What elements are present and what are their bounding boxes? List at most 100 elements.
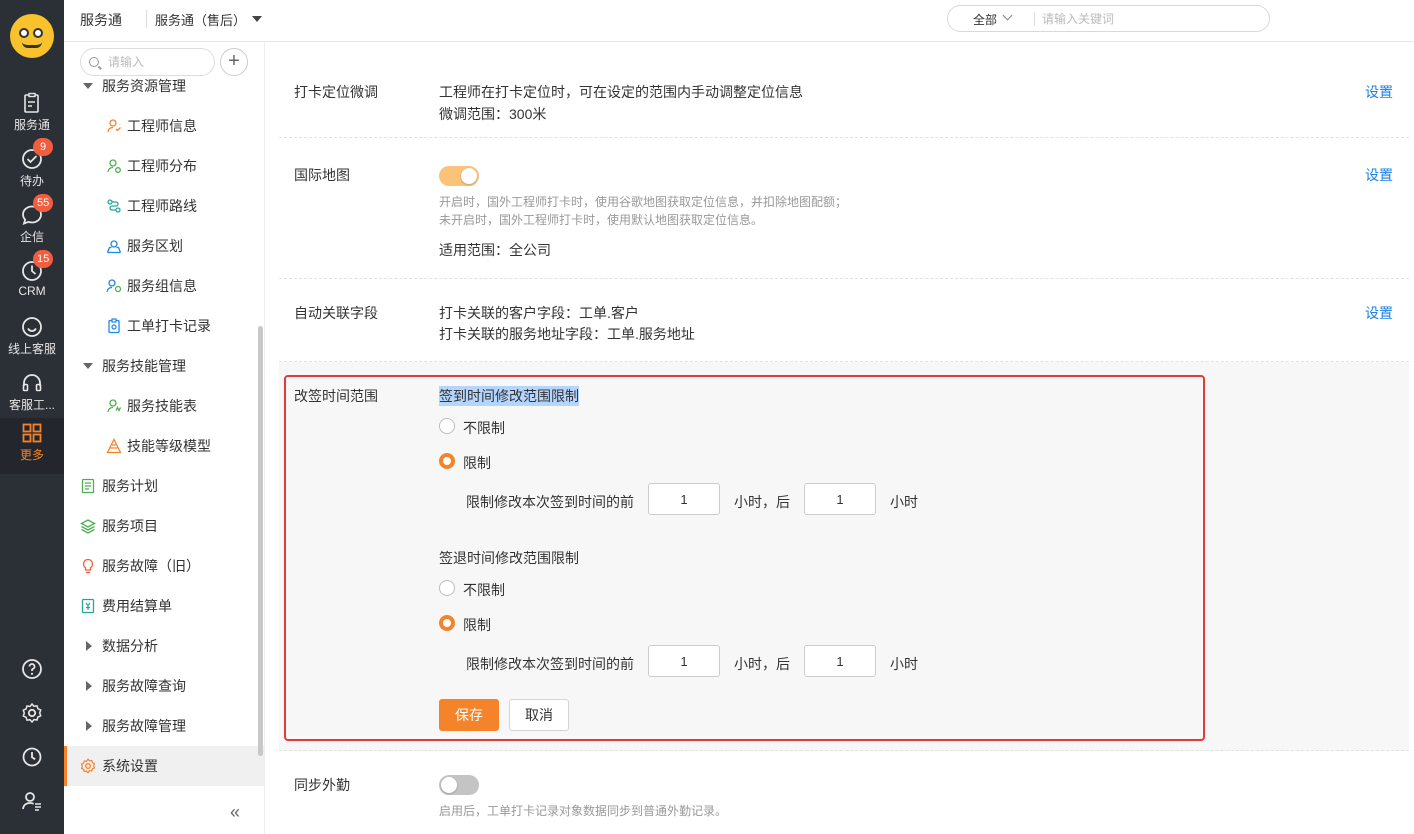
sidebar-item-service-plan[interactable]: 服务计划	[64, 466, 264, 506]
sidebar-item-engineer-info[interactable]: 工程师信息	[64, 106, 264, 146]
radio-label[interactable]: 限制	[463, 453, 491, 473]
setting-value: 微调范围：300米	[439, 106, 547, 122]
checkout-before-hours-input[interactable]	[648, 645, 720, 677]
rail-item-todo[interactable]: 待办 9	[0, 138, 64, 200]
setting-link[interactable]: 设置	[1365, 165, 1393, 185]
sidebar-item-checkin-record[interactable]: 工单打卡记录	[64, 306, 264, 346]
service-project-icon	[80, 519, 96, 534]
collapse-sidebar-button[interactable]: «	[230, 802, 240, 823]
sidebar-item-service-project[interactable]: 服务项目	[64, 506, 264, 546]
international-map-toggle[interactable]	[439, 166, 479, 186]
sidebar-nav: + 服务资源管理 工程师信息 工程师分布 工程师路线 服务区划 服务组信息 工单…	[64, 42, 265, 834]
sidebar-item-settlement[interactable]: 费用结算单	[64, 586, 264, 626]
checkout-unlimited-radio[interactable]	[439, 580, 455, 596]
sidebar-group-resources[interactable]: 服务资源管理	[64, 66, 264, 106]
rail-item-qixin[interactable]: 企信 55	[0, 194, 64, 256]
setting-row-international-map: 国际地图 开启时，国外工程师打卡时，使用谷歌地图获取定位信息，并扣除地图配额； …	[279, 138, 1409, 279]
save-button[interactable]: 保存	[439, 699, 499, 731]
radio-label[interactable]: 不限制	[463, 418, 505, 438]
sidebar-item-service-fault-old[interactable]: 服务故障（旧）	[64, 546, 264, 586]
rail-item-online-service[interactable]: 线上客服	[0, 312, 64, 368]
sidebar-item-skill-table[interactable]: 服务技能表	[64, 386, 264, 426]
search-divider	[1034, 12, 1035, 26]
triangle-down-icon	[83, 363, 93, 369]
help-icon	[22, 659, 42, 679]
chevron-down-icon[interactable]	[1002, 10, 1013, 21]
app-switcher[interactable]: 服务通（售后）	[155, 10, 246, 29]
user-manage-icon	[22, 792, 41, 811]
global-search: 全部	[947, 5, 1270, 32]
setting-link[interactable]: 设置	[1365, 303, 1393, 323]
engineer-distribution-icon	[107, 159, 121, 173]
header-divider	[146, 10, 147, 28]
setting-link[interactable]: 设置	[1365, 82, 1393, 102]
skill-table-icon	[107, 399, 122, 413]
checkin-before-hours-input[interactable]	[648, 483, 720, 515]
setting-label: 自动关联字段	[294, 305, 378, 321]
triangle-right-icon	[86, 641, 92, 651]
service-area-icon	[106, 240, 122, 254]
caret-down-icon[interactable]	[252, 16, 262, 22]
sidebar-group-skills[interactable]: 服务技能管理	[64, 346, 264, 386]
checkout-limit-prefix: 限制修改本次签到时间的前	[466, 656, 634, 672]
rail-item-crm[interactable]: CRM 15	[0, 250, 64, 312]
checkout-limit-middle: 小时，后	[734, 656, 790, 672]
setting-desc: 打卡关联的服务地址字段：工单.服务地址	[439, 326, 695, 342]
checkout-limited-radio[interactable]	[439, 615, 455, 631]
sidebar-item-system-settings[interactable]: 系统设置	[64, 746, 264, 786]
checkin-unlimited-radio[interactable]	[439, 418, 455, 434]
sidebar-item-service-area[interactable]: 服务区划	[64, 226, 264, 266]
skill-level-icon	[106, 438, 122, 454]
sidebar-scrollbar[interactable]	[258, 326, 263, 756]
sync-field-toggle[interactable]	[439, 775, 479, 795]
help-button[interactable]	[0, 650, 64, 690]
sidebar-item-engineer-route[interactable]: 工程师路线	[64, 186, 264, 226]
sidebar-group-fault-manage[interactable]: 服务故障管理	[64, 706, 264, 746]
checkin-limit-prefix: 限制修改本次签到时间的前	[466, 494, 634, 510]
checkin-limited-radio[interactable]	[439, 453, 455, 469]
radio-label[interactable]: 不限制	[463, 580, 505, 600]
rail-item-more[interactable]: 更多	[0, 418, 64, 474]
setting-hint: 启用后，工单打卡记录对象数据同步到普通外勤记录。	[439, 804, 728, 818]
sidebar-item-service-group[interactable]: 服务组信息	[64, 266, 264, 306]
sidebar-group-fault-query[interactable]: 服务故障查询	[64, 666, 264, 706]
checkout-after-hours-input[interactable]	[804, 645, 876, 677]
checkout-limit-suffix: 小时	[890, 656, 918, 672]
setting-row-auto-link: 自动关联字段 打卡关联的客户字段：工单.客户 打卡关联的服务地址字段：工单.服务…	[279, 279, 1409, 362]
setting-label: 同步外勤	[294, 777, 350, 793]
triangle-right-icon	[86, 721, 92, 731]
setting-label: 打卡定位微调	[294, 84, 378, 100]
history-button[interactable]	[0, 738, 64, 778]
rail-item-service-desk[interactable]: 客服工...	[0, 368, 64, 424]
checkin-limit-suffix: 小时	[890, 494, 918, 510]
radio-label[interactable]: 限制	[463, 615, 491, 635]
checkin-after-hours-input[interactable]	[804, 483, 876, 515]
rail-item-fuwutong[interactable]: 服务通	[0, 88, 64, 144]
setting-label: 改签时间范围	[294, 388, 378, 404]
sidebar-group-data-analysis[interactable]: 数据分析	[64, 626, 264, 666]
engineer-route-icon	[107, 199, 121, 213]
triangle-down-icon	[83, 83, 93, 89]
setting-row-sync-field: 同步外勤 启用后，工单打卡记录对象数据同步到普通外勤记录。	[279, 751, 1409, 834]
crm-badge: 15	[33, 250, 54, 268]
service-plan-icon	[81, 478, 95, 494]
app-rail: 服务通 待办 9 企信 55 CRM 15 线上客服 客服工... 更多	[0, 0, 64, 834]
highlight-frame	[284, 375, 1205, 741]
checkout-section-title: 签退时间修改范围限制	[439, 550, 579, 566]
setting-desc: 工程师在打卡定位时，可在设定的范围内手动调整定位信息	[439, 84, 803, 100]
cancel-button[interactable]: 取消	[509, 699, 569, 731]
setting-row-location-adjust: 打卡定位微调 工程师在打卡定位时，可在设定的范围内手动调整定位信息 微调范围：3…	[279, 42, 1409, 138]
app-logo[interactable]	[10, 14, 54, 58]
sidebar-item-engineer-distribution[interactable]: 工程师分布	[64, 146, 264, 186]
todo-badge: 9	[33, 138, 53, 156]
clipboard-icon	[24, 92, 39, 113]
sidebar-item-skill-level[interactable]: 技能等级模型	[64, 426, 264, 466]
settings-icon	[22, 702, 42, 724]
user-manage-button[interactable]	[0, 782, 64, 822]
qixin-badge: 55	[33, 194, 54, 212]
global-search-input[interactable]	[1042, 10, 1252, 28]
settings-button[interactable]	[0, 694, 64, 734]
grid-icon	[22, 423, 42, 443]
engineer-info-icon	[107, 119, 121, 133]
search-scope-select[interactable]: 全部	[973, 11, 997, 28]
